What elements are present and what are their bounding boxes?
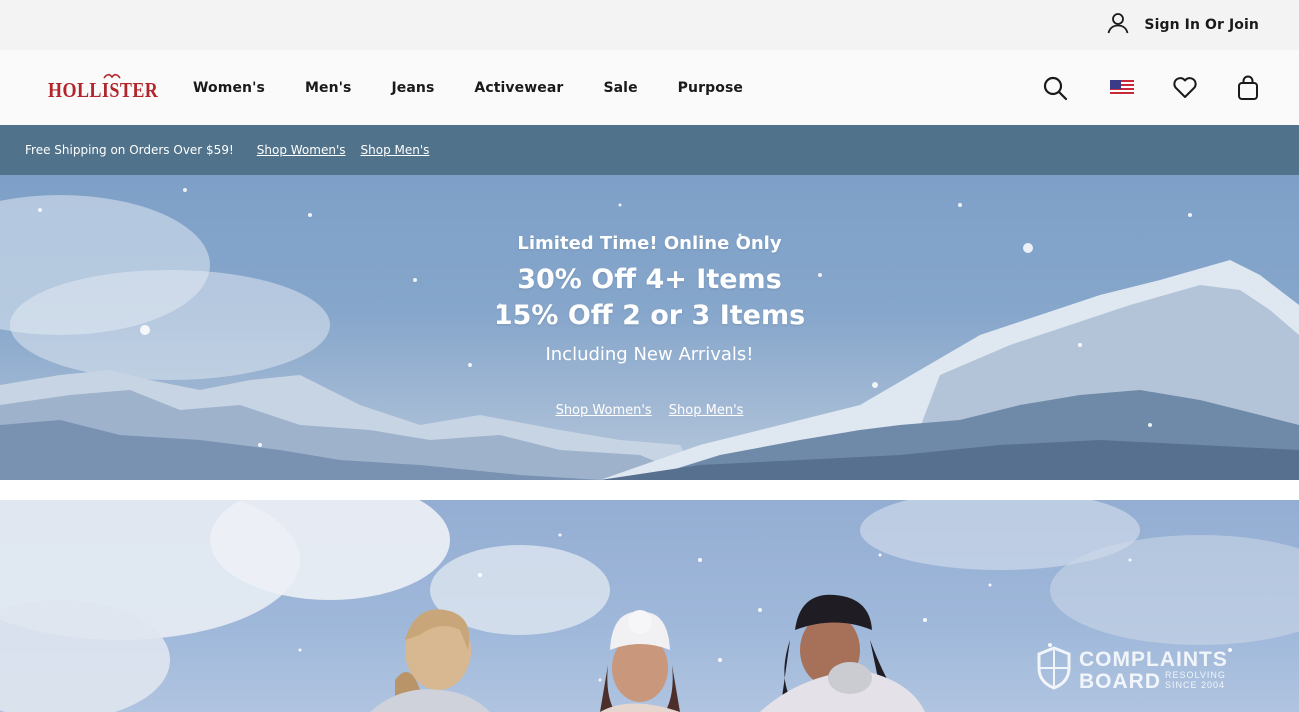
nav-item-activewear[interactable]: Activewear [474, 80, 563, 96]
promo-strip: Free Shipping on Orders Over $59! Shop W… [0, 125, 1299, 175]
shield-icon [1037, 646, 1071, 694]
section-gap [0, 480, 1299, 500]
hero-shop-womens-link[interactable]: Shop Women's [556, 403, 652, 418]
promo-shop-womens-link[interactable]: Shop Women's [257, 143, 346, 157]
watermark-text: COMPLAINTS BOARD RESOLVING SINCE 2004 [1079, 649, 1228, 692]
watermark-line1: COMPLAINTS [1079, 647, 1228, 671]
hero-shop-mens-link[interactable]: Shop Men's [669, 403, 744, 418]
nav-item-womens[interactable]: Women's [193, 80, 265, 96]
hero-banner[interactable]: Limited Time! Online Only 30% Off 4+ Ite… [0, 175, 1299, 480]
watermark-side2: SINCE 2004 [1165, 679, 1226, 690]
hero-eyebrow: Limited Time! Online Only [517, 233, 782, 254]
search-icon[interactable] [1041, 75, 1069, 101]
watermark-side1: RESOLVING [1165, 669, 1226, 680]
user-icon [1106, 11, 1130, 39]
seagull-icon [103, 73, 121, 79]
main-header: HOLLISTER Women's Men's Jeans Activewear… [0, 50, 1299, 125]
heart-icon[interactable] [1171, 76, 1199, 100]
sign-in-label: Sign In Or Join [1144, 17, 1259, 33]
hero-headline-1: 30% Off 4+ Items [517, 264, 782, 295]
promo-shop-mens-link[interactable]: Shop Men's [361, 143, 430, 157]
hero-links: Shop Women's Shop Men's [0, 399, 1299, 418]
nav-item-purpose[interactable]: Purpose [678, 80, 743, 96]
nav-item-jeans[interactable]: Jeans [391, 80, 434, 96]
free-shipping-message: Free Shipping on Orders Over $59! [25, 143, 234, 157]
utility-bar: Sign In Or Join [0, 0, 1299, 50]
sign-in-link[interactable]: Sign In Or Join [1106, 11, 1259, 39]
header-icons [1041, 50, 1261, 125]
nav-item-sale[interactable]: Sale [603, 80, 637, 96]
hero-headline-2: 15% Off 2 or 3 Items [493, 300, 806, 331]
us-flag-icon[interactable] [1109, 79, 1135, 96]
hero-copy: Limited Time! Online Only 30% Off 4+ Ite… [0, 233, 1299, 365]
watermark-line2: BOARD [1079, 669, 1161, 693]
complaints-board-watermark: COMPLAINTS BOARD RESOLVING SINCE 2004 [1037, 646, 1257, 694]
hero-subheadline: Including New Arrivals! [545, 344, 754, 365]
hollister-logo[interactable]: HOLLISTER [48, 70, 158, 106]
bag-icon[interactable] [1235, 75, 1261, 101]
main-nav: Women's Men's Jeans Activewear Sale Purp… [193, 50, 743, 125]
nav-item-mens[interactable]: Men's [305, 80, 352, 96]
